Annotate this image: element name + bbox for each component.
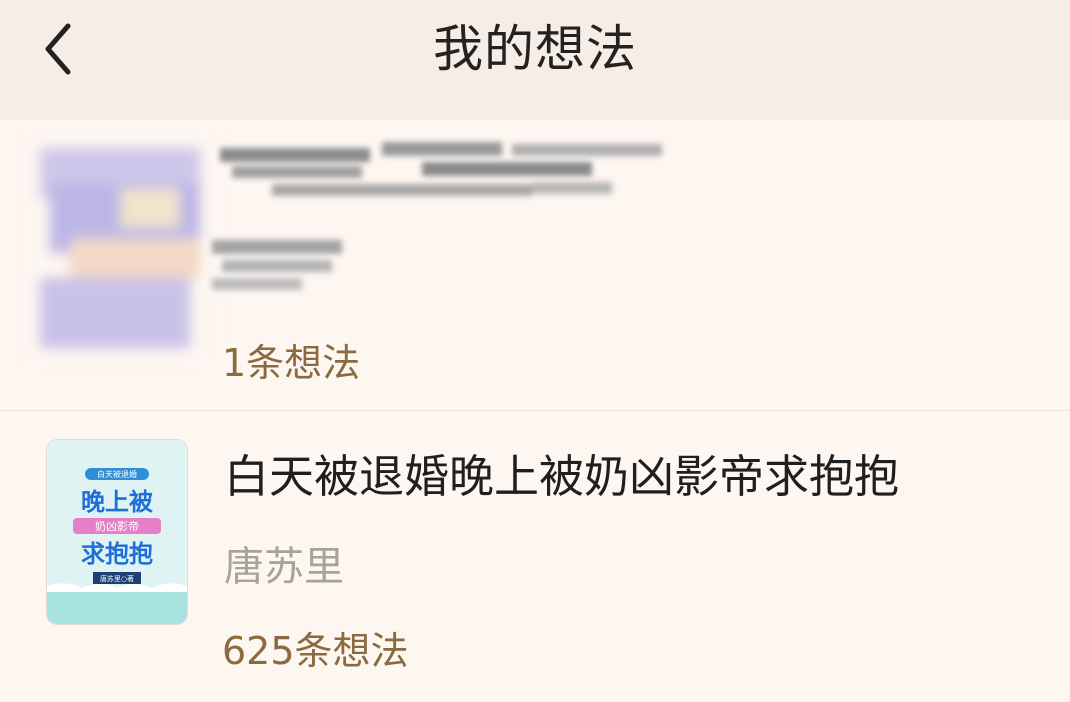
book-title: 白天被退婚晚上被奶凶影帝求抱抱 — [224, 450, 900, 503]
page-title: 我的想法 — [433, 20, 637, 78]
top-app-bar: 我的想法 — [0, 0, 1070, 120]
svg-text:晚上被: 晚上被 — [81, 488, 153, 516]
blurred-text-block — [212, 142, 662, 290]
blurred-book-cover — [30, 128, 215, 363]
thought-count: 625条想法 — [222, 629, 409, 673]
thought-count: 1条想法 — [222, 341, 361, 385]
svg-text:唐苏里○著: 唐苏里○著 — [100, 574, 134, 583]
book-cover: 白天被退婚 晚上被 奶凶影帝 求抱抱 唐苏里○著 — [47, 440, 187, 624]
svg-text:求抱抱: 求抱抱 — [81, 540, 153, 568]
book-author: 唐苏里 — [224, 544, 344, 590]
svg-text:白天被退婚: 白天被退婚 — [97, 469, 137, 479]
svg-text:奶凶影帝: 奶凶影帝 — [95, 519, 139, 533]
